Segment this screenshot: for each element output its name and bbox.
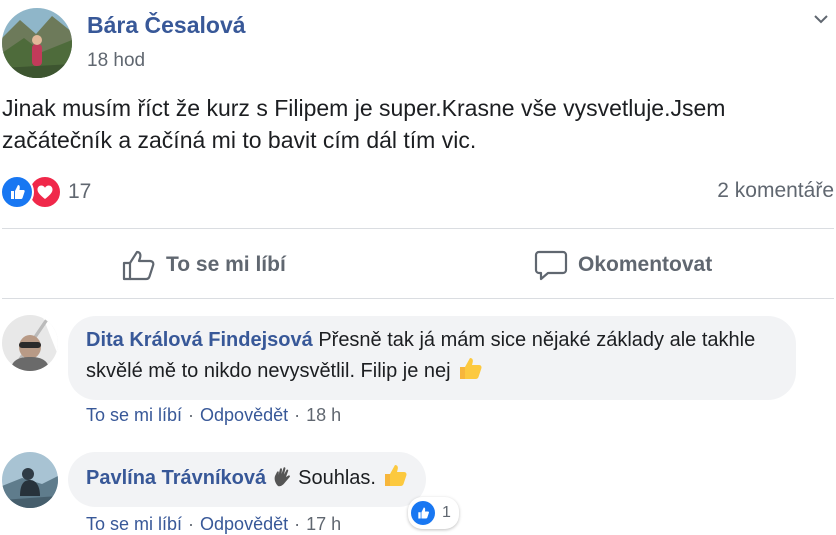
post-text: Jinak musím říct že kurz s Filipem je su… [2, 95, 726, 153]
thumbs-up-emoji-icon [382, 462, 408, 497]
reactions-summary[interactable]: 17 [0, 175, 91, 209]
comment-timestamp[interactable]: 18 h [306, 405, 341, 426]
post-timestamp[interactable]: 18 hod [87, 50, 145, 72]
like-reaction-icon [0, 175, 34, 209]
comment-reaction-count: 1 [442, 504, 451, 521]
commenter-avatar[interactable] [2, 452, 58, 508]
comment-button-label: Okomentovat [578, 253, 713, 276]
post-options-chevron-icon[interactable] [810, 8, 832, 30]
separator-dot: · [188, 514, 195, 534]
comments-count-link[interactable]: 2 komentáře [717, 179, 834, 203]
waving-hand-icon [272, 466, 294, 497]
divider [2, 298, 834, 299]
speech-bubble-icon [534, 250, 568, 281]
comment-button[interactable]: Okomentovat [534, 245, 712, 285]
like-button-label: To se mi líbí [166, 253, 286, 276]
like-reaction-icon [410, 500, 436, 526]
like-button[interactable]: To se mi líbí [122, 245, 286, 285]
comment-reply-link[interactable]: Odpovědět [200, 405, 288, 426]
commenter-avatar[interactable] [2, 315, 58, 371]
separator-dot: · [188, 405, 195, 425]
comment-bubble: Pavlína Trávníková Souhlas. [68, 452, 426, 507]
comment-like-link[interactable]: To se mi líbí [86, 514, 182, 535]
separator-dot: · [294, 405, 301, 425]
comment-reaction-badge[interactable]: 1 [408, 497, 459, 529]
reaction-count: 17 [68, 180, 92, 203]
comment-like-link[interactable]: To se mi líbí [86, 405, 182, 426]
thumbs-up-emoji-icon [457, 355, 483, 390]
comment-actions: To se mi líbí · Odpovědět · 17 h [86, 514, 341, 535]
comment-bubble: Dita Králová Findejsová Přesně tak já má… [68, 316, 796, 400]
author-avatar[interactable] [2, 8, 72, 78]
post-author-name[interactable]: Bára Česalová [87, 12, 246, 39]
divider [2, 228, 834, 229]
comment-author-name[interactable]: Pavlína Trávníková [86, 467, 266, 489]
comment-actions: To se mi líbí · Odpovědět · 18 h [86, 405, 341, 426]
comment-reply-link[interactable]: Odpovědět [200, 514, 288, 535]
thumbs-up-icon [122, 250, 155, 281]
comment-text: Souhlas. [298, 467, 376, 489]
separator-dot: · [294, 514, 301, 534]
comment-timestamp[interactable]: 17 h [306, 514, 341, 535]
comment-author-name[interactable]: Dita Králová Findejsová [86, 329, 313, 351]
